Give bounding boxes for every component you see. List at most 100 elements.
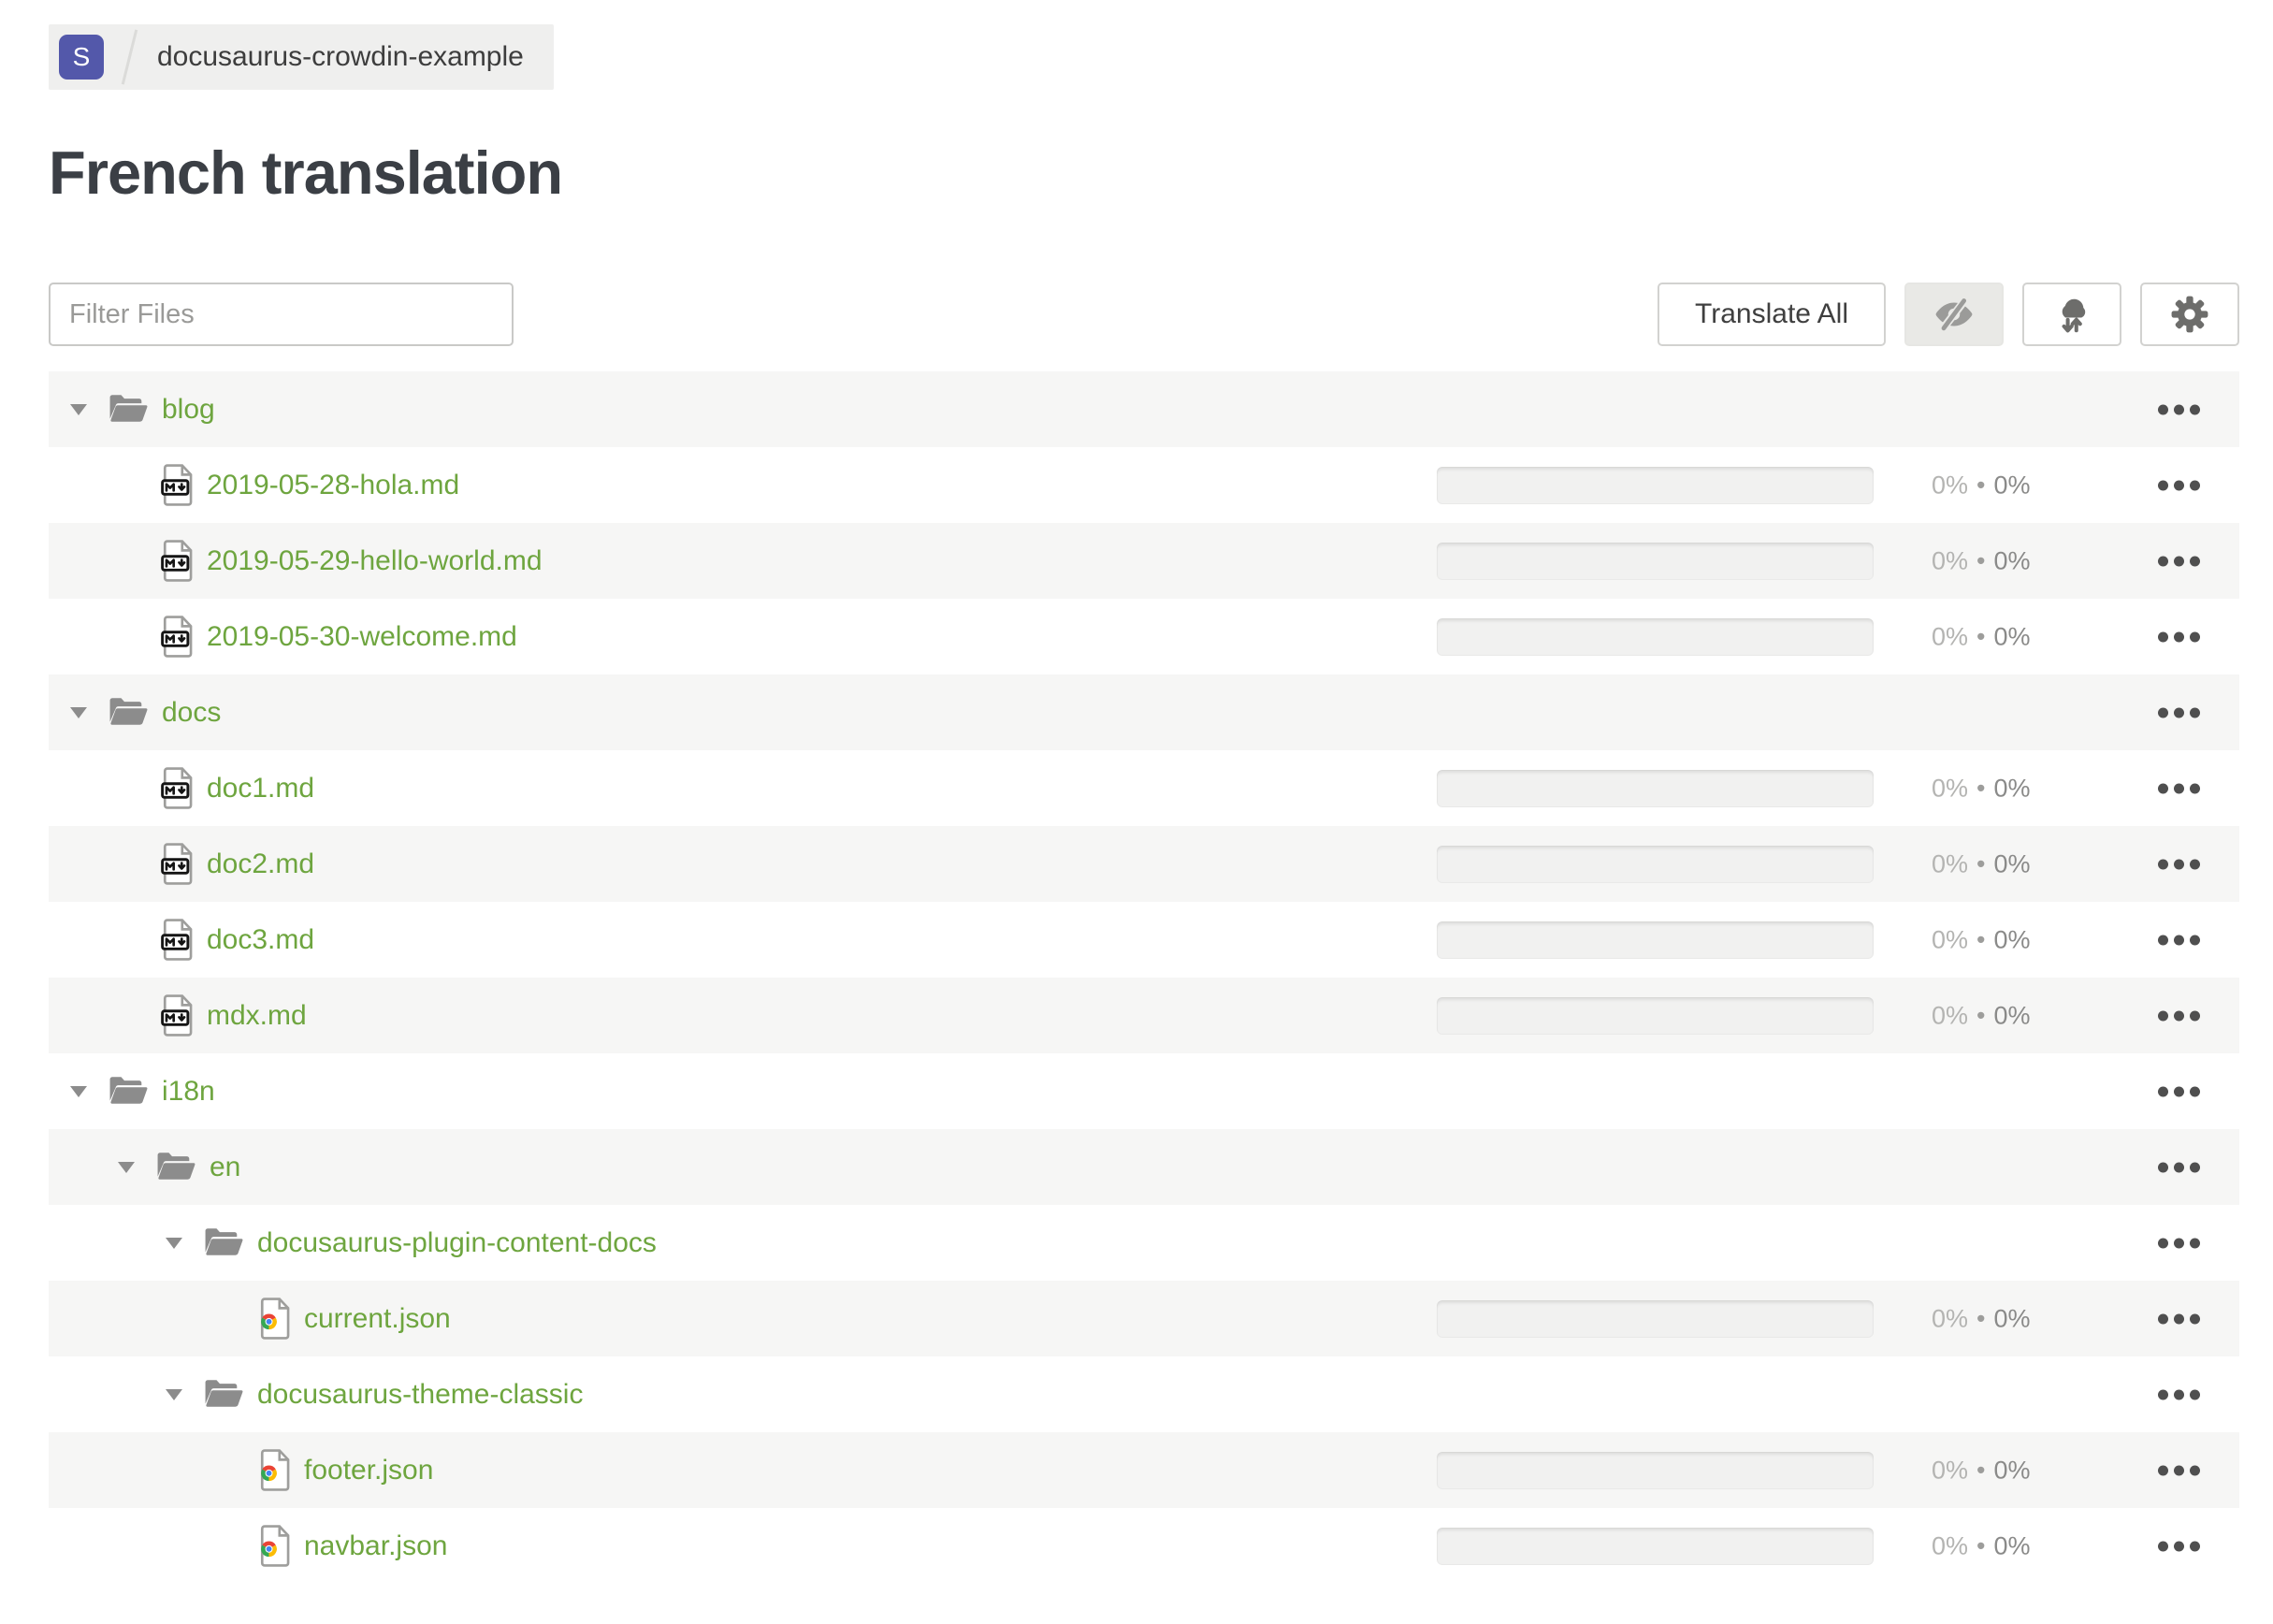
file-name-link[interactable]: navbar.json bbox=[304, 1530, 447, 1562]
progress-bar bbox=[1437, 1299, 1874, 1338]
file-name-link[interactable]: doc3.md bbox=[207, 924, 314, 956]
progress-bar bbox=[1437, 617, 1874, 656]
markdown-file-icon bbox=[161, 464, 194, 506]
row-menu-button[interactable] bbox=[2150, 1230, 2208, 1255]
eye-slash-icon bbox=[1933, 294, 1975, 335]
row-menu-button[interactable] bbox=[2150, 1306, 2208, 1331]
settings-button[interactable] bbox=[2140, 283, 2239, 346]
folder-icon bbox=[108, 695, 149, 730]
toggle-hidden-files-button[interactable] bbox=[1904, 283, 2004, 346]
filter-files-input[interactable] bbox=[49, 283, 514, 346]
file-row[interactable]: 2019-05-29-hello-world.md 0% • 0% bbox=[49, 523, 2239, 599]
row-menu-button[interactable] bbox=[2150, 472, 2208, 498]
folder-name-link[interactable]: docusaurus-plugin-content-docs bbox=[257, 1227, 657, 1259]
progress-text: 0% • 0% bbox=[1932, 471, 2031, 499]
breadcrumb: S docusaurus-crowdin-example bbox=[49, 24, 554, 90]
download-upload-button[interactable] bbox=[2022, 283, 2121, 346]
file-name-link[interactable]: current.json bbox=[304, 1303, 451, 1335]
chevron-down-icon[interactable] bbox=[166, 1237, 182, 1249]
file-row[interactable]: 2019-05-28-hola.md 0% • 0% bbox=[49, 447, 2239, 523]
file-name-link[interactable]: 2019-05-29-hello-world.md bbox=[207, 545, 543, 577]
file-row[interactable]: doc1.md 0% • 0% bbox=[49, 750, 2239, 826]
json-file-icon bbox=[258, 1525, 291, 1567]
progress-bar bbox=[1437, 542, 1874, 580]
file-row[interactable]: doc3.md 0% • 0% bbox=[49, 902, 2239, 978]
folder-icon bbox=[203, 1377, 244, 1412]
row-menu-button[interactable] bbox=[2150, 851, 2208, 877]
progress-bar bbox=[1437, 921, 1874, 959]
file-name-link[interactable]: 2019-05-28-hola.md bbox=[207, 470, 459, 501]
progress-bar bbox=[1437, 1527, 1874, 1565]
chevron-down-icon[interactable] bbox=[70, 1085, 87, 1097]
row-menu-button[interactable] bbox=[2150, 548, 2208, 573]
file-name-link[interactable]: doc2.md bbox=[207, 848, 314, 880]
progress-text: 0% • 0% bbox=[1932, 1531, 2031, 1559]
folder-name-link[interactable]: i18n bbox=[162, 1076, 215, 1108]
file-row[interactable]: mdx.md 0% • 0% bbox=[49, 978, 2239, 1053]
folder-icon bbox=[108, 1074, 149, 1109]
chevron-down-icon[interactable] bbox=[118, 1161, 135, 1173]
folder-row[interactable]: docusaurus-plugin-content-docs bbox=[49, 1205, 2239, 1281]
breadcrumb-slash-divider bbox=[121, 29, 138, 85]
toolbar-buttons: Translate All bbox=[1658, 283, 2239, 346]
row-menu-button[interactable] bbox=[2150, 776, 2208, 801]
row-menu-button[interactable] bbox=[2150, 1457, 2208, 1483]
file-tree: blog 2019-05-28-hola.md 0% • 0% 2019-05-… bbox=[49, 371, 2239, 1584]
folder-row[interactable]: docs bbox=[49, 674, 2239, 750]
row-menu-button[interactable] bbox=[2150, 1154, 2208, 1180]
file-name-link[interactable]: mdx.md bbox=[207, 1000, 307, 1032]
folder-name-link[interactable]: blog bbox=[162, 394, 215, 426]
markdown-file-icon bbox=[161, 994, 194, 1037]
chevron-down-icon[interactable] bbox=[166, 1388, 182, 1400]
file-row[interactable]: doc2.md 0% • 0% bbox=[49, 826, 2239, 902]
markdown-file-icon bbox=[161, 540, 194, 582]
row-menu-button[interactable] bbox=[2150, 624, 2208, 649]
progress-bar bbox=[1437, 769, 1874, 807]
markdown-file-icon bbox=[161, 843, 194, 885]
gear-icon bbox=[2169, 294, 2210, 335]
row-menu-button[interactable] bbox=[2150, 927, 2208, 952]
page: S docusaurus-crowdin-example French tran… bbox=[49, 0, 2239, 1584]
progress-text: 0% • 0% bbox=[1932, 774, 2031, 802]
file-row[interactable]: 2019-05-30-welcome.md 0% • 0% bbox=[49, 599, 2239, 674]
progress-text: 0% • 0% bbox=[1932, 546, 2031, 574]
folder-row[interactable]: en bbox=[49, 1129, 2239, 1205]
markdown-file-icon bbox=[161, 919, 194, 961]
file-row[interactable]: navbar.json 0% • 0% bbox=[49, 1508, 2239, 1584]
progress-text: 0% • 0% bbox=[1932, 849, 2031, 877]
progress-text: 0% • 0% bbox=[1932, 1304, 2031, 1332]
translate-all-button[interactable]: Translate All bbox=[1658, 283, 1886, 346]
row-menu-button[interactable] bbox=[2150, 700, 2208, 725]
page-title: French translation bbox=[49, 138, 563, 207]
breadcrumb-project-name[interactable]: docusaurus-crowdin-example bbox=[157, 41, 524, 73]
chevron-down-icon[interactable] bbox=[70, 706, 87, 718]
folder-row[interactable]: blog bbox=[49, 371, 2239, 447]
row-menu-button[interactable] bbox=[2150, 1079, 2208, 1104]
folder-name-link[interactable]: docusaurus-theme-classic bbox=[257, 1379, 583, 1411]
progress-bar bbox=[1437, 1451, 1874, 1489]
file-name-link[interactable]: 2019-05-30-welcome.md bbox=[207, 621, 517, 653]
folder-row[interactable]: docusaurus-theme-classic bbox=[49, 1356, 2239, 1432]
file-row[interactable]: current.json 0% • 0% bbox=[49, 1281, 2239, 1356]
folder-row[interactable]: i18n bbox=[49, 1053, 2239, 1129]
row-menu-button[interactable] bbox=[2150, 1382, 2208, 1407]
folder-name-link[interactable]: en bbox=[210, 1152, 240, 1183]
progress-text: 0% • 0% bbox=[1932, 1456, 2031, 1484]
project-avatar[interactable]: S bbox=[59, 35, 104, 80]
progress-text: 0% • 0% bbox=[1932, 1001, 2031, 1029]
progress-text: 0% • 0% bbox=[1932, 622, 2031, 650]
toolbar: Translate All bbox=[49, 283, 2239, 346]
row-menu-button[interactable] bbox=[2150, 1533, 2208, 1559]
folder-icon bbox=[155, 1150, 196, 1184]
row-menu-button[interactable] bbox=[2150, 1003, 2208, 1028]
folder-icon bbox=[203, 1225, 244, 1260]
markdown-file-icon bbox=[161, 616, 194, 658]
folder-name-link[interactable]: docs bbox=[162, 697, 221, 729]
folder-icon bbox=[108, 392, 149, 427]
file-name-link[interactable]: footer.json bbox=[304, 1455, 433, 1486]
progress-text: 0% • 0% bbox=[1932, 925, 2031, 953]
file-name-link[interactable]: doc1.md bbox=[207, 773, 314, 805]
chevron-down-icon[interactable] bbox=[70, 403, 87, 415]
row-menu-button[interactable] bbox=[2150, 397, 2208, 422]
file-row[interactable]: footer.json 0% • 0% bbox=[49, 1432, 2239, 1508]
